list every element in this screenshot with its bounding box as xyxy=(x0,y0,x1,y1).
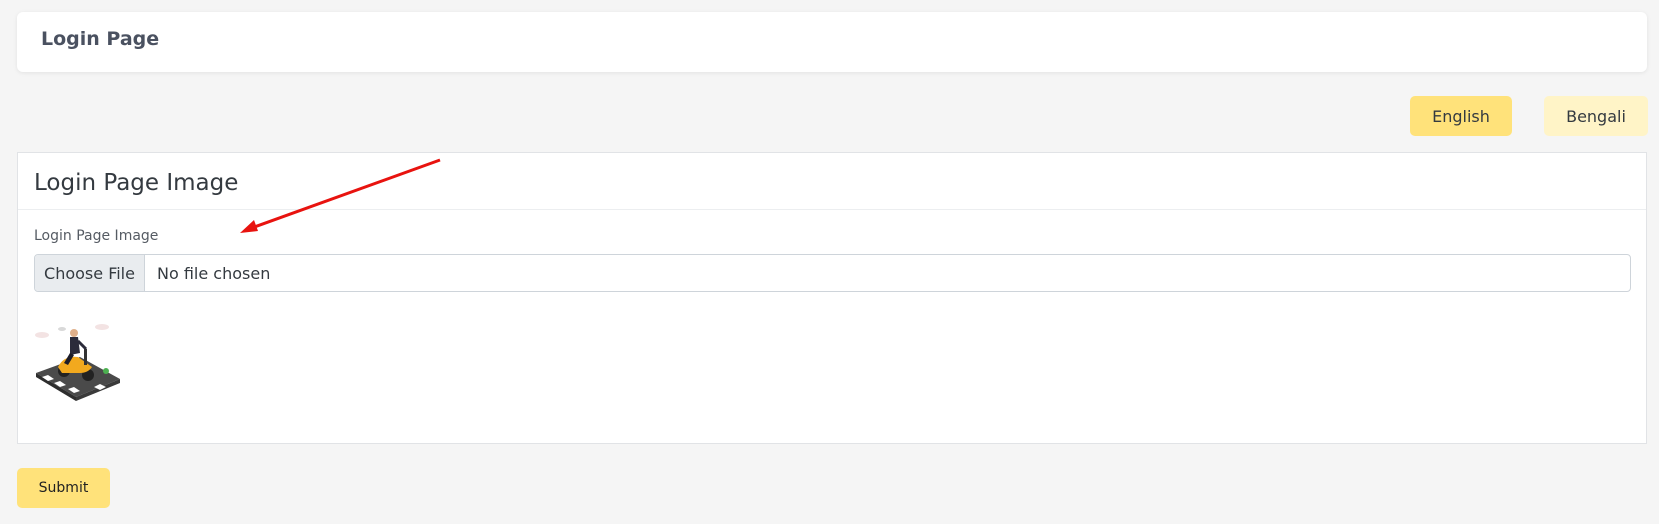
choose-file-button[interactable]: Choose File xyxy=(35,255,145,291)
red-arrow-icon xyxy=(240,158,441,233)
page-header-card: Login Page xyxy=(17,12,1647,72)
file-status-text: No file chosen xyxy=(157,263,271,283)
language-english-button[interactable]: English xyxy=(1410,96,1512,136)
card-title: Login Page Image xyxy=(34,170,239,196)
language-bengali-button[interactable]: Bengali xyxy=(1544,96,1648,136)
login-image-field-label: Login Page Image xyxy=(34,228,159,244)
page-root: Login Page English Bengali Login Page Im… xyxy=(0,0,1659,524)
page-title: Login Page xyxy=(41,28,160,50)
submit-button[interactable]: Submit xyxy=(17,468,110,508)
scooter-rider-illustration-icon xyxy=(35,324,120,401)
login-image-file-input[interactable]: Choose File No file chosen xyxy=(34,254,1631,292)
